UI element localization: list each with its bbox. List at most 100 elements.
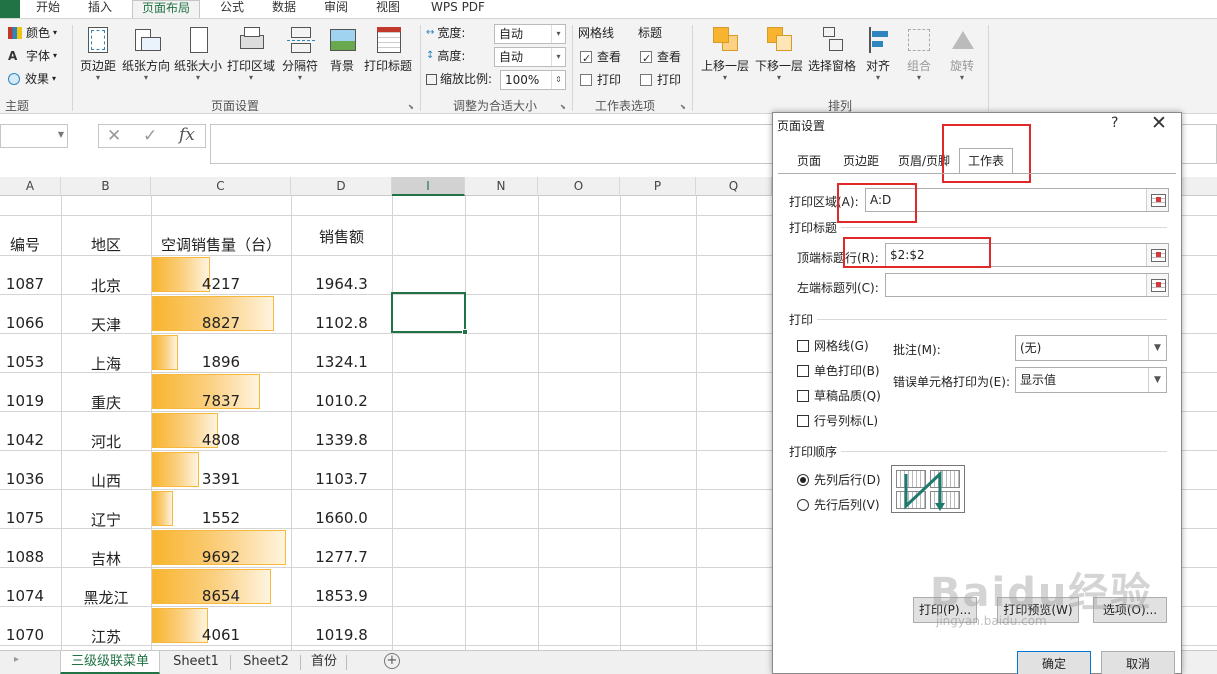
cell-region[interactable]: 重庆 <box>61 392 151 413</box>
column-header-i[interactable]: I <box>392 177 465 196</box>
headings-print-checkbox[interactable]: 打印 <box>640 70 681 90</box>
range-picker-icon[interactable] <box>1146 244 1168 266</box>
align-button[interactable]: 对齐 ▾ <box>858 25 898 95</box>
scroll-tabs-icon[interactable]: ▸ <box>14 654 19 665</box>
range-picker-icon[interactable] <box>1146 189 1168 211</box>
gridlines-checkbox[interactable]: 网格线(G) <box>797 337 869 354</box>
down-then-over-radio[interactable]: 先列后行(D) <box>797 471 881 488</box>
cell-region[interactable]: 北京 <box>61 275 151 296</box>
black-white-checkbox[interactable]: 单色打印(B) <box>797 362 880 379</box>
cell-region[interactable]: 吉林 <box>61 548 151 569</box>
cell-id[interactable]: 1066 <box>0 314 50 332</box>
cell-sales[interactable]: 1010.2 <box>291 392 392 410</box>
cell-sales[interactable]: 1019.8 <box>291 626 392 644</box>
cell-sales[interactable]: 1660.0 <box>291 509 392 527</box>
name-box[interactable]: ▼ <box>0 124 68 148</box>
chevron-down-icon[interactable]: ▼ <box>1148 336 1166 360</box>
tab-review[interactable]: 审阅 <box>316 0 356 18</box>
print-button[interactable]: 打印(P)... <box>913 597 977 623</box>
scale-input[interactable]: 100% ⇕ <box>500 70 566 90</box>
tab-view[interactable]: 视图 <box>368 0 408 18</box>
cell-sales[interactable]: 1853.9 <box>291 587 392 605</box>
column-header-p[interactable]: P <box>620 177 696 196</box>
cell-id[interactable]: 1088 <box>0 548 50 566</box>
help-icon[interactable]: ? <box>1111 115 1118 131</box>
column-header-a[interactable]: A <box>0 177 61 196</box>
column-header-q[interactable]: Q <box>696 177 772 196</box>
rotate-button[interactable]: 旋转 ▾ <box>940 25 984 95</box>
tab-page-layout[interactable]: 页面布局 <box>132 0 200 19</box>
chevron-down-icon[interactable]: ▼ <box>58 130 64 139</box>
over-then-down-radio[interactable]: 先行后列(V) <box>797 496 880 513</box>
column-header-d[interactable]: D <box>291 177 392 196</box>
cell-id[interactable]: 1075 <box>0 509 50 527</box>
cell-qty[interactable]: 9692 <box>151 548 291 566</box>
cell-region[interactable]: 辽宁 <box>61 509 151 530</box>
cell-region[interactable]: 江苏 <box>61 626 151 647</box>
print-preview-button[interactable]: 打印预览(W) <box>997 597 1079 623</box>
background-button[interactable]: 背景 <box>322 25 362 95</box>
tab-home[interactable]: 开始 <box>28 0 68 18</box>
enter-icon[interactable]: ✓ <box>143 126 157 146</box>
cell-qty[interactable]: 1552 <box>151 509 291 527</box>
scale-launcher-icon[interactable]: ⬊ <box>560 103 568 111</box>
cell-qty[interactable]: 4808 <box>151 431 291 449</box>
close-icon[interactable]: ✕ <box>1151 112 1167 134</box>
range-picker-icon[interactable] <box>1146 274 1168 296</box>
cell-region[interactable]: 黑龙江 <box>61 587 151 608</box>
header-cell-id[interactable]: 编号 <box>0 234 50 255</box>
chevron-down-icon[interactable]: ▼ <box>1148 368 1166 392</box>
theme-colors-button[interactable]: 颜色 ▾ <box>8 23 57 43</box>
cell-qty[interactable]: 4061 <box>151 626 291 644</box>
cell-id[interactable]: 1019 <box>0 392 50 410</box>
active-cell-selection[interactable] <box>391 292 468 335</box>
sheet-tab-cascade-menu[interactable]: 三级级联菜单 <box>60 651 160 674</box>
cell-sales[interactable]: 1102.8 <box>291 314 392 332</box>
options-button[interactable]: 选项(O)... <box>1093 597 1167 623</box>
theme-effects-button[interactable]: 效果 ▾ <box>8 69 56 89</box>
cancel-icon[interactable]: ✕ <box>107 126 121 146</box>
cell-qty[interactable]: 7837 <box>151 392 291 410</box>
cell-errors-select[interactable]: 显示值 ▼ <box>1015 367 1167 393</box>
group-button[interactable]: 组合 ▾ <box>898 25 940 95</box>
tab-formulas[interactable]: 公式 <box>212 0 252 18</box>
column-header-o[interactable]: O <box>538 177 620 196</box>
dialog-tab-page[interactable]: 页面 <box>787 151 831 173</box>
cell-sales[interactable]: 1339.8 <box>291 431 392 449</box>
cell-qty[interactable]: 8827 <box>151 314 291 332</box>
page-setup-launcher-icon[interactable]: ⬊ <box>408 103 416 111</box>
cell-id[interactable]: 1087 <box>0 275 50 293</box>
cell-sales[interactable]: 1324.1 <box>291 353 392 371</box>
cell-qty[interactable]: 4217 <box>151 275 291 293</box>
print-area-button[interactable]: 打印区域 ▾ <box>224 25 278 95</box>
cell-region[interactable]: 天津 <box>61 314 151 335</box>
cell-id[interactable]: 1074 <box>0 587 50 605</box>
cell-region[interactable]: 上海 <box>61 353 151 374</box>
header-cell-region[interactable]: 地区 <box>61 234 151 255</box>
cancel-button[interactable]: 取消 <box>1101 651 1175 674</box>
gridlines-print-checkbox[interactable]: 打印 <box>580 70 621 90</box>
orientation-button[interactable]: 纸张方向 ▾ <box>120 25 172 95</box>
insert-function-icon[interactable]: fx <box>179 125 195 145</box>
file-tab[interactable] <box>0 0 20 18</box>
cell-sales[interactable]: 1964.3 <box>291 275 392 293</box>
headings-view-checkbox[interactable]: 查看 <box>640 47 681 69</box>
column-header-b[interactable]: B <box>61 177 151 196</box>
print-titles-button[interactable]: 打印标题 <box>362 25 414 95</box>
sheet-tab-first[interactable]: 首份 <box>304 651 344 674</box>
cell-id[interactable]: 1070 <box>0 626 50 644</box>
column-header-n[interactable]: N <box>465 177 538 196</box>
cell-id[interactable]: 1053 <box>0 353 50 371</box>
height-select[interactable]: 自动 ▾ <box>494 47 566 67</box>
cell-qty[interactable]: 1896 <box>151 353 291 371</box>
cell-qty[interactable]: 8654 <box>151 587 291 605</box>
header-cell-qty[interactable]: 空调销售量（台） <box>151 234 291 255</box>
sheet-options-launcher-icon[interactable]: ⬊ <box>680 103 688 111</box>
draft-quality-checkbox[interactable]: 草稿品质(Q) <box>797 387 881 404</box>
cell-qty[interactable]: 3391 <box>151 470 291 488</box>
send-backward-button[interactable]: 下移一层 ▾ <box>752 25 806 95</box>
gridlines-view-checkbox[interactable]: 查看 <box>580 47 621 69</box>
margins-button[interactable]: 页边距 ▾ <box>76 25 120 95</box>
size-button[interactable]: 纸张大小 ▾ <box>172 25 224 95</box>
ok-button[interactable]: 确定 <box>1017 651 1091 674</box>
